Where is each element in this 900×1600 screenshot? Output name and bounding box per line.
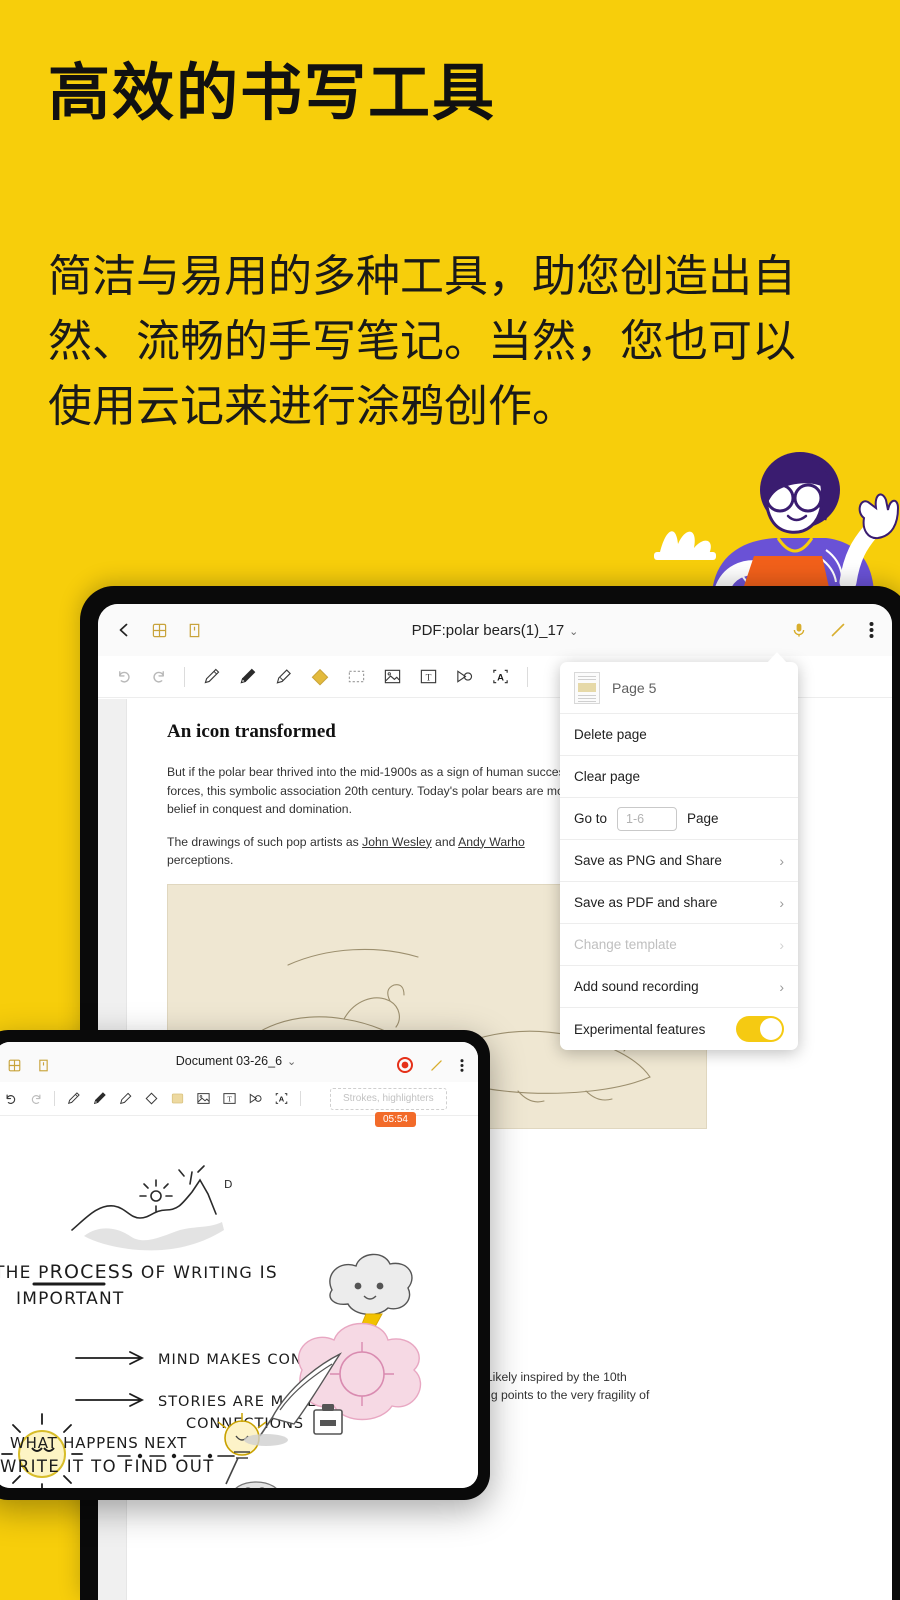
svg-text:A: A (279, 1095, 285, 1104)
toolbar-divider (54, 1091, 55, 1106)
undo-icon[interactable] (4, 1092, 18, 1106)
note-tool-bar: T A Strokes, highlighters (0, 1082, 478, 1116)
toolbar-divider-2 (300, 1091, 301, 1106)
menu-item-clear-page[interactable]: Clear page (560, 756, 798, 798)
hero-description: 简洁与易用的多种工具，助您创造出自然、流畅的手写笔记。当然，您也可以使用云记来进… (48, 252, 796, 432)
undo-icon[interactable] (116, 668, 133, 685)
page-grid-icon[interactable] (8, 1059, 21, 1072)
svg-text:D: D (224, 1178, 232, 1191)
highlighter-icon[interactable] (118, 1091, 133, 1106)
bookmark-icon[interactable] (37, 1059, 50, 1072)
menu-item-page-info[interactable]: Page 5 (560, 662, 798, 714)
menu-item-label: Clear page (574, 769, 641, 784)
redo-icon[interactable] (29, 1092, 43, 1106)
hw-line-6: WHAT HAPPENS NEXT (10, 1434, 187, 1452)
text-box-icon[interactable]: T (419, 667, 438, 686)
paragraph-2-prefix: The drawings of such pop artists as (167, 834, 363, 849)
highlighter-icon[interactable] (274, 667, 293, 686)
paragraph-2-mid: and (431, 834, 459, 849)
strokes-highlighters-field[interactable]: Strokes, highlighters (330, 1087, 447, 1110)
eraser-icon[interactable] (144, 1091, 159, 1106)
shape-icon[interactable] (248, 1091, 263, 1106)
chevron-right-icon: › (779, 852, 784, 869)
menu-item-add-sound-recording[interactable]: Add sound recording › (560, 966, 798, 1008)
svg-text:T: T (426, 673, 432, 683)
bookmark-icon[interactable] (187, 623, 202, 638)
pencil-icon[interactable] (202, 667, 221, 686)
ocr-icon[interactable]: A (491, 667, 510, 686)
chevron-left-icon[interactable] (116, 622, 132, 638)
page-grid-icon[interactable] (152, 623, 167, 638)
menu-page-label: Page 5 (612, 679, 657, 696)
eraser-icon[interactable] (310, 667, 330, 687)
hero-section: 高效的书写工具 简洁与易用的多种工具，助您创造出自然、流畅的手写笔记。当然，您也… (0, 0, 900, 600)
illustration-woman-waving (620, 432, 900, 598)
toolbar-divider (184, 666, 185, 687)
menu-item-label: Save as PDF and share (574, 895, 718, 910)
menu-item-label: Save as PNG and Share (574, 853, 722, 868)
record-stop-icon[interactable] (397, 1057, 413, 1073)
hw-line-1: THE PROCESS OF WRITING IS (0, 1261, 278, 1283)
hw-line-7: WRITE IT TO FIND OUT (0, 1457, 215, 1476)
chevron-right-icon: › (779, 936, 784, 953)
chevron-right-icon: › (779, 894, 784, 911)
pen-icon[interactable] (829, 621, 847, 639)
pdf-document-title: PDF:polar bears(1)_17 (411, 621, 565, 639)
image-icon[interactable] (196, 1091, 211, 1106)
handwriting-canvas[interactable]: D THE PROCESS OF WRITING IS IMPORTANT MI… (0, 1118, 478, 1488)
tablet-device-note: Document 03-26_6 ⌄ T A Strokes, highligh… (0, 1030, 490, 1500)
menu-item-label: Add sound recording (574, 979, 699, 994)
recording-time-badge: 05:54 (374, 1112, 416, 1127)
pen-tool-icon[interactable] (238, 667, 257, 686)
note-top-bar: Document 03-26_6 ⌄ (0, 1042, 478, 1082)
link-john-wesley[interactable]: John Wesley (362, 835, 432, 849)
page-options-menu: Page 5 Delete page Clear page Go to 1-6 … (560, 662, 798, 1050)
hw-line-2: IMPORTANT (16, 1289, 124, 1309)
go-to-prefix-label: Go to (574, 811, 608, 826)
go-to-suffix-label: Page (687, 811, 719, 826)
svg-text:A: A (497, 672, 504, 683)
text-box-icon[interactable]: T (222, 1091, 237, 1106)
ocr-icon[interactable]: A (274, 1091, 289, 1106)
image-icon[interactable] (383, 667, 402, 686)
menu-pointer-arrow (766, 652, 788, 664)
redo-icon[interactable] (150, 668, 167, 685)
paragraph-2-suffix: perceptions. (167, 853, 234, 868)
link-andy-warhol[interactable]: Andy Warho (458, 835, 525, 849)
toolbar-divider-2 (527, 666, 528, 687)
lasso-select-icon[interactable] (347, 667, 366, 686)
note-document-title: Document 03-26_6 (175, 1054, 283, 1068)
chevron-right-icon: › (779, 978, 784, 995)
more-vertical-icon[interactable] (460, 1058, 464, 1073)
chevron-down-icon: ⌄ (569, 625, 579, 638)
pdf-document-title-wrap[interactable]: PDF:polar bears(1)_17 ⌄ (98, 622, 892, 639)
menu-item-label: Change template (574, 937, 677, 952)
microphone-icon[interactable] (791, 622, 807, 638)
menu-item-label: Delete page (574, 727, 647, 742)
menu-item-experimental-features[interactable]: Experimental features (560, 1008, 798, 1050)
menu-item-go-to-page[interactable]: Go to 1-6 Page (560, 798, 798, 840)
tablet-screen-note: Document 03-26_6 ⌄ T A Strokes, highligh… (0, 1042, 478, 1488)
page-thumbnail-icon (574, 671, 600, 704)
chevron-down-icon: ⌄ (287, 1056, 297, 1068)
experimental-features-toggle[interactable] (736, 1016, 784, 1042)
menu-item-delete-page[interactable]: Delete page (560, 714, 798, 756)
menu-item-change-template: Change template › (560, 924, 798, 966)
shape-icon[interactable] (455, 667, 474, 686)
go-to-page-input[interactable]: 1-6 (617, 806, 678, 831)
page-title: 高效的书写工具 (48, 59, 497, 128)
pencil-icon[interactable] (66, 1091, 81, 1106)
pdf-top-bar: PDF:polar bears(1)_17 ⌄ (98, 604, 892, 656)
menu-item-save-as-png[interactable]: Save as PNG and Share › (560, 840, 798, 882)
pen-icon[interactable] (429, 1058, 444, 1073)
menu-item-save-as-pdf[interactable]: Save as PDF and share › (560, 882, 798, 924)
svg-text:T: T (227, 1095, 232, 1104)
pen-tool-icon[interactable] (92, 1091, 107, 1106)
menu-item-label: Experimental features (574, 1021, 706, 1037)
more-vertical-icon[interactable] (869, 621, 874, 639)
color-swatch-icon[interactable] (170, 1091, 185, 1106)
